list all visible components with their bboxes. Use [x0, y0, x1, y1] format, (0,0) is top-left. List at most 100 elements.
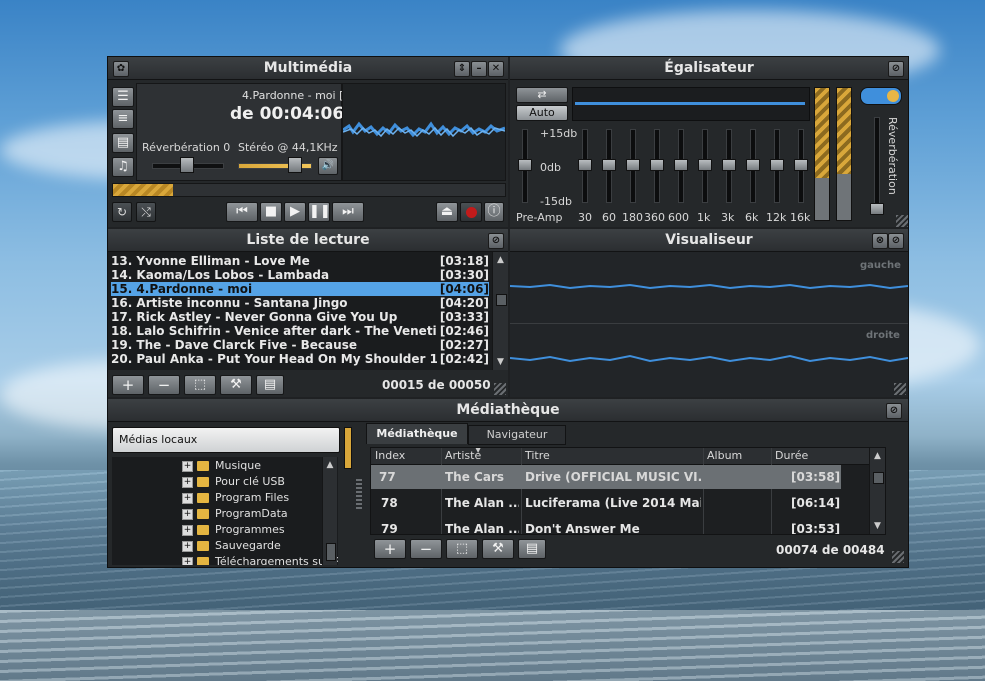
info-icon[interactable]: ⓘ	[484, 202, 504, 222]
reverb-vertical-knob[interactable]	[870, 203, 884, 215]
equalizer-detach-icon[interactable]: ⊘	[888, 61, 904, 77]
playlist-scrollbar[interactable]: ▲ ▼	[492, 252, 508, 370]
playlist-row[interactable]: 18. Lalo Schifrin - Venice after dark - …	[111, 324, 489, 338]
scroll-thumb[interactable]	[326, 543, 336, 561]
tree-item[interactable]: + Programmes	[182, 522, 285, 538]
resize-grip[interactable]	[892, 551, 904, 563]
playlist-row[interactable]: 20. Paul Anka - Put Your Head On My Shou…	[111, 352, 489, 366]
tree-item[interactable]: + Téléchargements sur P	[182, 554, 338, 565]
tab-mediatheque[interactable]: Médiathèque	[366, 423, 468, 444]
previous-button[interactable]: ⏮	[226, 202, 258, 222]
eq-band-knob[interactable]	[722, 159, 736, 171]
eq-band-knob[interactable]	[602, 159, 616, 171]
volume-icon[interactable]: 🔊	[318, 157, 338, 175]
table-row[interactable]: 79 The Alan ... Don't Answer Me [03:53]	[371, 516, 841, 534]
expand-icon[interactable]: +	[182, 460, 193, 472]
playlist-row[interactable]: 13. Yvonne Elliman - Love Me [03:18]	[111, 254, 489, 268]
eq-band-knob[interactable]	[746, 159, 760, 171]
playlist-row[interactable]: 19. The - Dave Clarck Five - Because [02:…	[111, 338, 489, 352]
column-title[interactable]: Titre	[525, 448, 550, 464]
tree-item[interactable]: + Program Files	[182, 490, 289, 506]
playlist-row[interactable]: 14. Kaoma/Los Lobos - Lambada [03:30]	[111, 268, 489, 282]
column-album[interactable]: Album	[707, 448, 742, 464]
add-button[interactable]: +	[112, 375, 144, 395]
list-icon[interactable]: ▤	[256, 375, 284, 395]
library-toggle-icon[interactable]: ♫	[112, 157, 134, 177]
minimize-button[interactable]: –	[471, 61, 487, 77]
table-scrollbar[interactable]: ▲ ▼	[869, 448, 885, 534]
scroll-down-icon[interactable]: ▼	[870, 520, 885, 532]
resize-grip[interactable]	[894, 383, 906, 395]
eq-preset-button[interactable]: ⇄	[516, 87, 568, 103]
library-add-button[interactable]: +	[374, 539, 406, 559]
equalizer-toggle-icon[interactable]: ☰	[112, 87, 134, 107]
video-toggle-icon[interactable]: ▤	[112, 133, 134, 153]
eject-button[interactable]: ⏏	[436, 202, 458, 222]
library-list-icon[interactable]: ▤	[518, 539, 546, 559]
record-button[interactable]	[460, 202, 482, 222]
eq-band-knob[interactable]	[674, 159, 688, 171]
playlist-detach-icon[interactable]: ⊘	[488, 233, 504, 249]
playlist-row-selected[interactable]: 15. 4.Pardonne - moi [04:06]	[111, 282, 489, 296]
resize-grip[interactable]	[896, 215, 908, 227]
preamp-slider-knob[interactable]	[518, 159, 532, 171]
tree-scrollbar[interactable]: ▲	[322, 457, 337, 565]
library-detach-icon[interactable]: ⊘	[886, 403, 902, 419]
library-tools-icon[interactable]: ⚒	[482, 539, 514, 559]
expand-icon[interactable]: +	[182, 508, 193, 520]
tree-item[interactable]: + Pour clé USB	[182, 474, 285, 490]
visualizer-mode-icon[interactable]: ⊗	[872, 233, 888, 249]
expand-icon[interactable]: +	[182, 556, 193, 565]
tab-navigateur[interactable]: Navigateur	[468, 425, 566, 445]
scroll-thumb[interactable]	[496, 294, 507, 306]
settings-icon[interactable]: ✿	[113, 61, 129, 77]
select-icon[interactable]: ⬚	[184, 375, 216, 395]
expand-icon[interactable]: +	[182, 492, 193, 504]
tools-icon[interactable]: ⚒	[220, 375, 252, 395]
eq-band-knob[interactable]	[770, 159, 784, 171]
playlist-titlebar[interactable]: Liste de lecture	[108, 229, 508, 252]
expand-icon[interactable]: +	[182, 540, 193, 552]
scroll-down-icon[interactable]: ▼	[493, 356, 508, 368]
library-select-icon[interactable]: ⬚	[446, 539, 478, 559]
visualizer-titlebar[interactable]: Visualiseur	[510, 229, 908, 252]
panel-splitter[interactable]	[356, 479, 362, 509]
eq-band-knob[interactable]	[698, 159, 712, 171]
scroll-up-icon[interactable]: ▲	[323, 459, 337, 471]
repeat-icon[interactable]: ↻	[112, 202, 132, 222]
tree-item[interactable]: + Musique	[182, 458, 261, 474]
eq-band-knob[interactable]	[626, 159, 640, 171]
eq-auto-button[interactable]: Auto	[516, 105, 568, 121]
eq-band-knob[interactable]	[578, 159, 592, 171]
shuffle-icon[interactable]: ⤭	[136, 202, 156, 222]
playlist-row[interactable]: 17. Rick Astley - Never Gonna Give You U…	[111, 310, 489, 324]
pause-button[interactable]: ❚❚	[308, 202, 331, 222]
close-button[interactable]: ✕	[488, 61, 504, 77]
play-button[interactable]: ▶	[284, 202, 306, 222]
multimedia-titlebar[interactable]: Multimédia	[108, 57, 508, 80]
stop-button[interactable]: ■	[260, 202, 282, 222]
remove-button[interactable]: −	[148, 375, 180, 395]
column-duration[interactable]: Durée	[775, 448, 808, 464]
column-index[interactable]: Index	[375, 448, 405, 464]
source-selector[interactable]: Médias locaux	[112, 427, 340, 453]
eq-band-knob[interactable]	[794, 159, 808, 171]
library-titlebar[interactable]: Médiathèque	[108, 399, 908, 422]
table-row[interactable]: 78 The Alan ... Luciferama (Live 2014 Ma…	[371, 490, 841, 516]
restore-button[interactable]: ⇕	[454, 61, 470, 77]
playlist-row[interactable]: 16. Artiste inconnu - Santana Jingo [04:2…	[111, 296, 489, 310]
visualizer-detach-icon[interactable]: ⊘	[888, 233, 904, 249]
tree-item[interactable]: + Sauvegarde	[182, 538, 281, 554]
table-row-selected[interactable]: 77 The Cars Drive (OFFICIAL MUSIC VI... …	[371, 465, 841, 489]
source-splitter[interactable]	[344, 427, 352, 469]
scroll-up-icon[interactable]: ▲	[493, 254, 508, 266]
reverb-vertical-slider[interactable]	[874, 117, 880, 211]
scroll-thumb[interactable]	[873, 472, 884, 484]
eq-band-knob[interactable]	[650, 159, 664, 171]
next-button[interactable]: ⏭	[332, 202, 364, 222]
library-remove-button[interactable]: −	[410, 539, 442, 559]
playlist-toggle-icon[interactable]: ≡	[112, 109, 134, 129]
resize-grip[interactable]	[494, 383, 506, 395]
scroll-up-icon[interactable]: ▲	[870, 450, 885, 462]
equalizer-titlebar[interactable]: Égalisateur	[510, 57, 908, 80]
